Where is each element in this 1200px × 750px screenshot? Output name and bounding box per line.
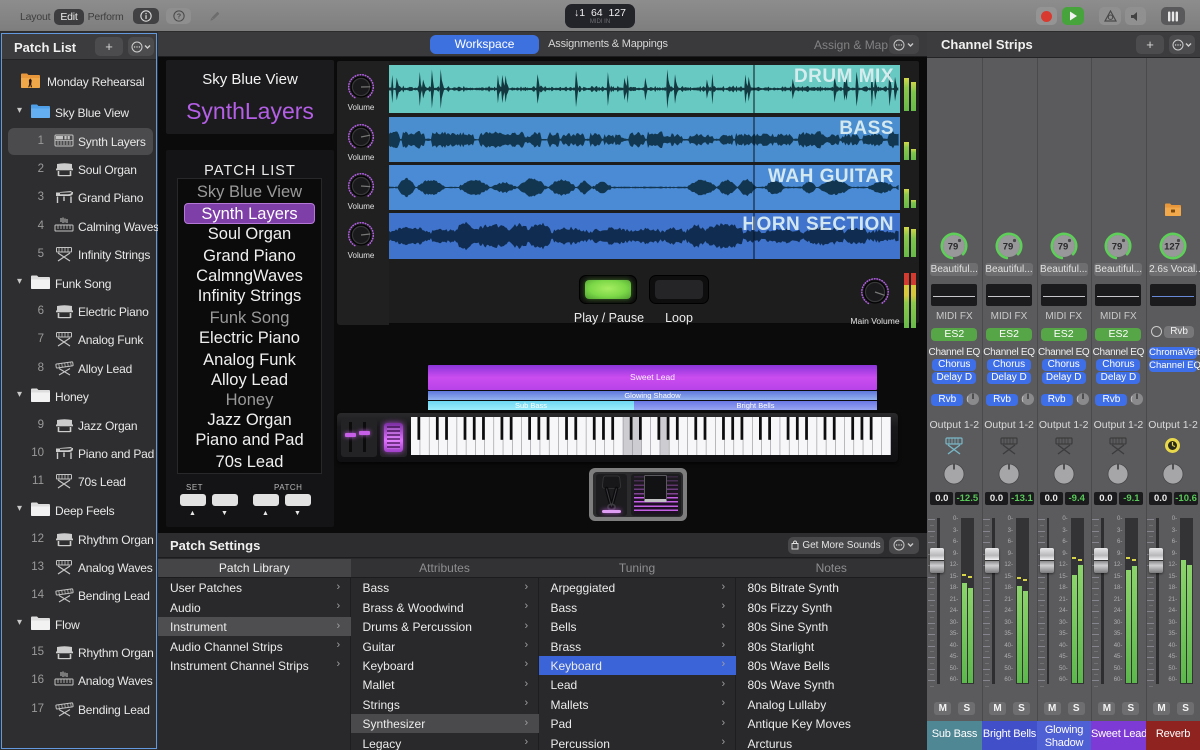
svg-text:127: 127 — [1164, 242, 1180, 253]
svg-text:?: ? — [176, 12, 181, 21]
svg-text:79: 79 — [1003, 242, 1014, 253]
svg-text:79: 79 — [1112, 242, 1123, 253]
svg-text:79: 79 — [948, 242, 959, 253]
svg-text:79: 79 — [1057, 242, 1068, 253]
